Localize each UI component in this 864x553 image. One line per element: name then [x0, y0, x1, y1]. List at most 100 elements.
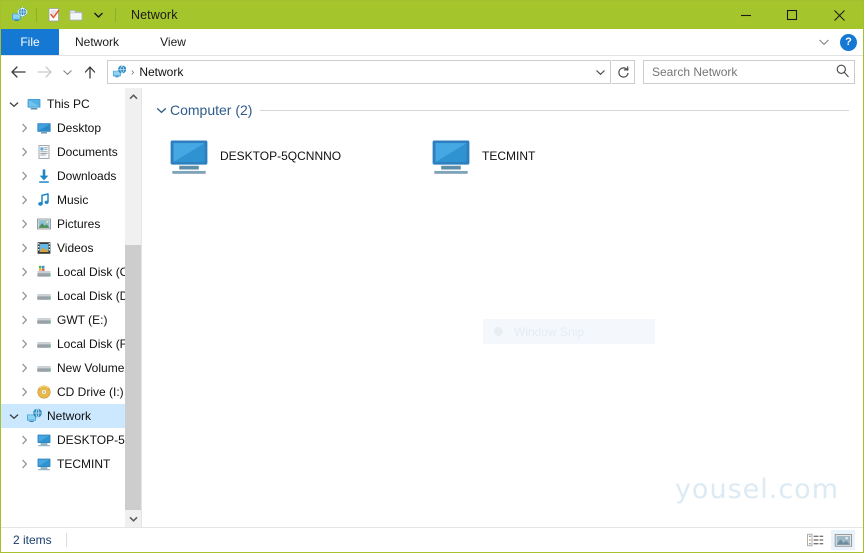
search-placeholder: Search Network — [652, 65, 738, 79]
chevron-right-icon[interactable] — [15, 243, 33, 253]
file-list-pane[interactable]: Computer (2) DESKTOP-5QCNNNO TECMINT Wind… — [142, 88, 863, 527]
sidebar-item-label: Network — [47, 409, 92, 423]
sidebar-item-label: Local Disk (F:) — [57, 337, 135, 351]
customize-qat-chevron-icon[interactable] — [88, 5, 108, 25]
minimize-button[interactable] — [723, 1, 769, 29]
title-bar: Network — [1, 1, 863, 29]
chevron-down-icon[interactable] — [154, 107, 168, 114]
new-folder-icon[interactable] — [66, 5, 86, 25]
scroll-up-icon[interactable] — [125, 88, 141, 105]
sidebar-item-desktop[interactable]: Desktop — [1, 116, 141, 140]
status-bar: 2 items — [1, 527, 863, 552]
recent-locations-chevron-icon[interactable] — [57, 59, 77, 85]
chevron-down-icon[interactable] — [816, 34, 832, 50]
music-icon — [33, 192, 55, 208]
group-title: Computer (2) — [170, 102, 253, 118]
chevron-right-icon[interactable] — [15, 291, 33, 301]
chevron-right-icon[interactable] — [15, 315, 33, 325]
back-button[interactable] — [5, 59, 31, 85]
refresh-icon[interactable] — [612, 60, 635, 84]
chevron-right-icon[interactable] — [15, 339, 33, 349]
sidebar-item-pictures[interactable]: Pictures — [1, 212, 141, 236]
tab-view[interactable]: View — [135, 29, 211, 55]
sidebar-item-documents[interactable]: Documents — [1, 140, 141, 164]
sidebar-item-this-pc[interactable]: This PC — [1, 92, 141, 116]
maximize-button[interactable] — [769, 1, 815, 29]
sidebar-item-music[interactable]: Music — [1, 188, 141, 212]
window-snip-overlay[interactable]: Window Snip — [483, 319, 655, 344]
explorer-body: This PC Desktop Documents Downloads Music Pic… — [1, 88, 863, 527]
this-pc-icon — [23, 96, 45, 112]
sidebar-item-local-disk-c[interactable]: Local Disk (C:) — [1, 260, 141, 284]
forward-button[interactable] — [31, 59, 57, 85]
tab-network[interactable]: Network — [59, 29, 135, 55]
search-input[interactable]: Search Network — [643, 60, 855, 84]
chevron-right-icon[interactable] — [15, 123, 33, 133]
sidebar-item-downloads[interactable]: Downloads — [1, 164, 141, 188]
group-divider — [260, 109, 849, 111]
scroll-down-icon[interactable] — [125, 510, 141, 527]
chevron-right-icon[interactable] — [15, 459, 33, 469]
scrollbar-thumb[interactable] — [125, 245, 141, 510]
sidebar-item-cd-drive-i[interactable]: CD Drive (I:) — [1, 380, 141, 404]
network-icon — [108, 65, 130, 79]
tab-file[interactable]: File — [1, 29, 59, 55]
chevron-down-icon[interactable] — [5, 101, 23, 108]
sidebar-item-videos[interactable]: Videos — [1, 236, 141, 260]
sidebar-item-local-disk-d[interactable]: Local Disk (D:) — [1, 284, 141, 308]
network-icon — [23, 408, 45, 424]
list-item[interactable]: TECMINT — [422, 128, 684, 184]
documents-icon — [33, 144, 55, 160]
breadcrumb[interactable]: › Network — [107, 60, 611, 84]
status-divider — [65, 533, 67, 547]
view-buttons — [803, 528, 855, 552]
snip-bullet-icon — [494, 327, 503, 336]
large-icons-view-button[interactable] — [831, 530, 855, 550]
search-icon[interactable] — [835, 63, 850, 81]
videos-icon — [33, 240, 55, 256]
window-title: Network — [131, 8, 178, 22]
up-button[interactable] — [77, 59, 103, 85]
computer-icon — [160, 133, 218, 179]
chevron-right-icon[interactable] — [15, 435, 33, 445]
sidebar-item-tecmint[interactable]: TECMINT — [1, 452, 141, 476]
details-view-button[interactable] — [803, 530, 827, 550]
network-icon[interactable] — [9, 5, 29, 25]
help-button[interactable]: ? — [840, 33, 857, 51]
sidebar-item-desktop-5qcnnno[interactable]: DESKTOP-5QCNNNO — [1, 428, 141, 452]
chevron-right-icon[interactable] — [15, 195, 33, 205]
sidebar-item-local-disk-f[interactable]: Local Disk (F:) — [1, 332, 141, 356]
chevron-right-icon[interactable] — [15, 267, 33, 277]
ribbon-right-controls: ? — [816, 29, 857, 55]
properties-icon[interactable] — [44, 5, 64, 25]
sidebar-item-network[interactable]: Network — [1, 404, 141, 428]
system-drive-icon — [33, 264, 55, 280]
sidebar-item-gwt-e[interactable]: GWT (E:) — [1, 308, 141, 332]
file-items: DESKTOP-5QCNNNO TECMINT — [142, 118, 863, 184]
sidebar-item-label: CD Drive (I:) — [57, 385, 124, 399]
desktop-icon — [33, 120, 55, 136]
group-header[interactable]: Computer (2) — [142, 88, 863, 118]
close-button[interactable] — [815, 1, 863, 29]
downloads-icon — [33, 168, 55, 184]
computer-icon — [33, 432, 55, 448]
navigation-scrollbar[interactable] — [125, 88, 141, 527]
pictures-icon — [33, 216, 55, 232]
sidebar-item-new-volume-g[interactable]: New Volume (G:) — [1, 356, 141, 380]
item-count-label: 2 items — [13, 533, 52, 547]
address-dropdown-icon[interactable] — [590, 69, 610, 76]
chevron-right-icon[interactable] — [15, 387, 33, 397]
watermark: yousel.com — [674, 474, 839, 505]
breadcrumb-separator[interactable]: › — [130, 67, 139, 78]
chevron-right-icon[interactable] — [15, 219, 33, 229]
chevron-down-icon[interactable] — [5, 413, 23, 420]
chevron-right-icon[interactable] — [15, 171, 33, 181]
list-item[interactable]: DESKTOP-5QCNNNO — [160, 128, 422, 184]
chevron-right-icon[interactable] — [15, 363, 33, 373]
breadcrumb-current[interactable]: Network — [139, 65, 183, 79]
computer-icon — [422, 133, 480, 179]
list-item-label: TECMINT — [482, 149, 536, 163]
scrollbar-track[interactable] — [125, 105, 141, 510]
sidebar-item-label: Documents — [57, 145, 118, 159]
chevron-right-icon[interactable] — [15, 147, 33, 157]
